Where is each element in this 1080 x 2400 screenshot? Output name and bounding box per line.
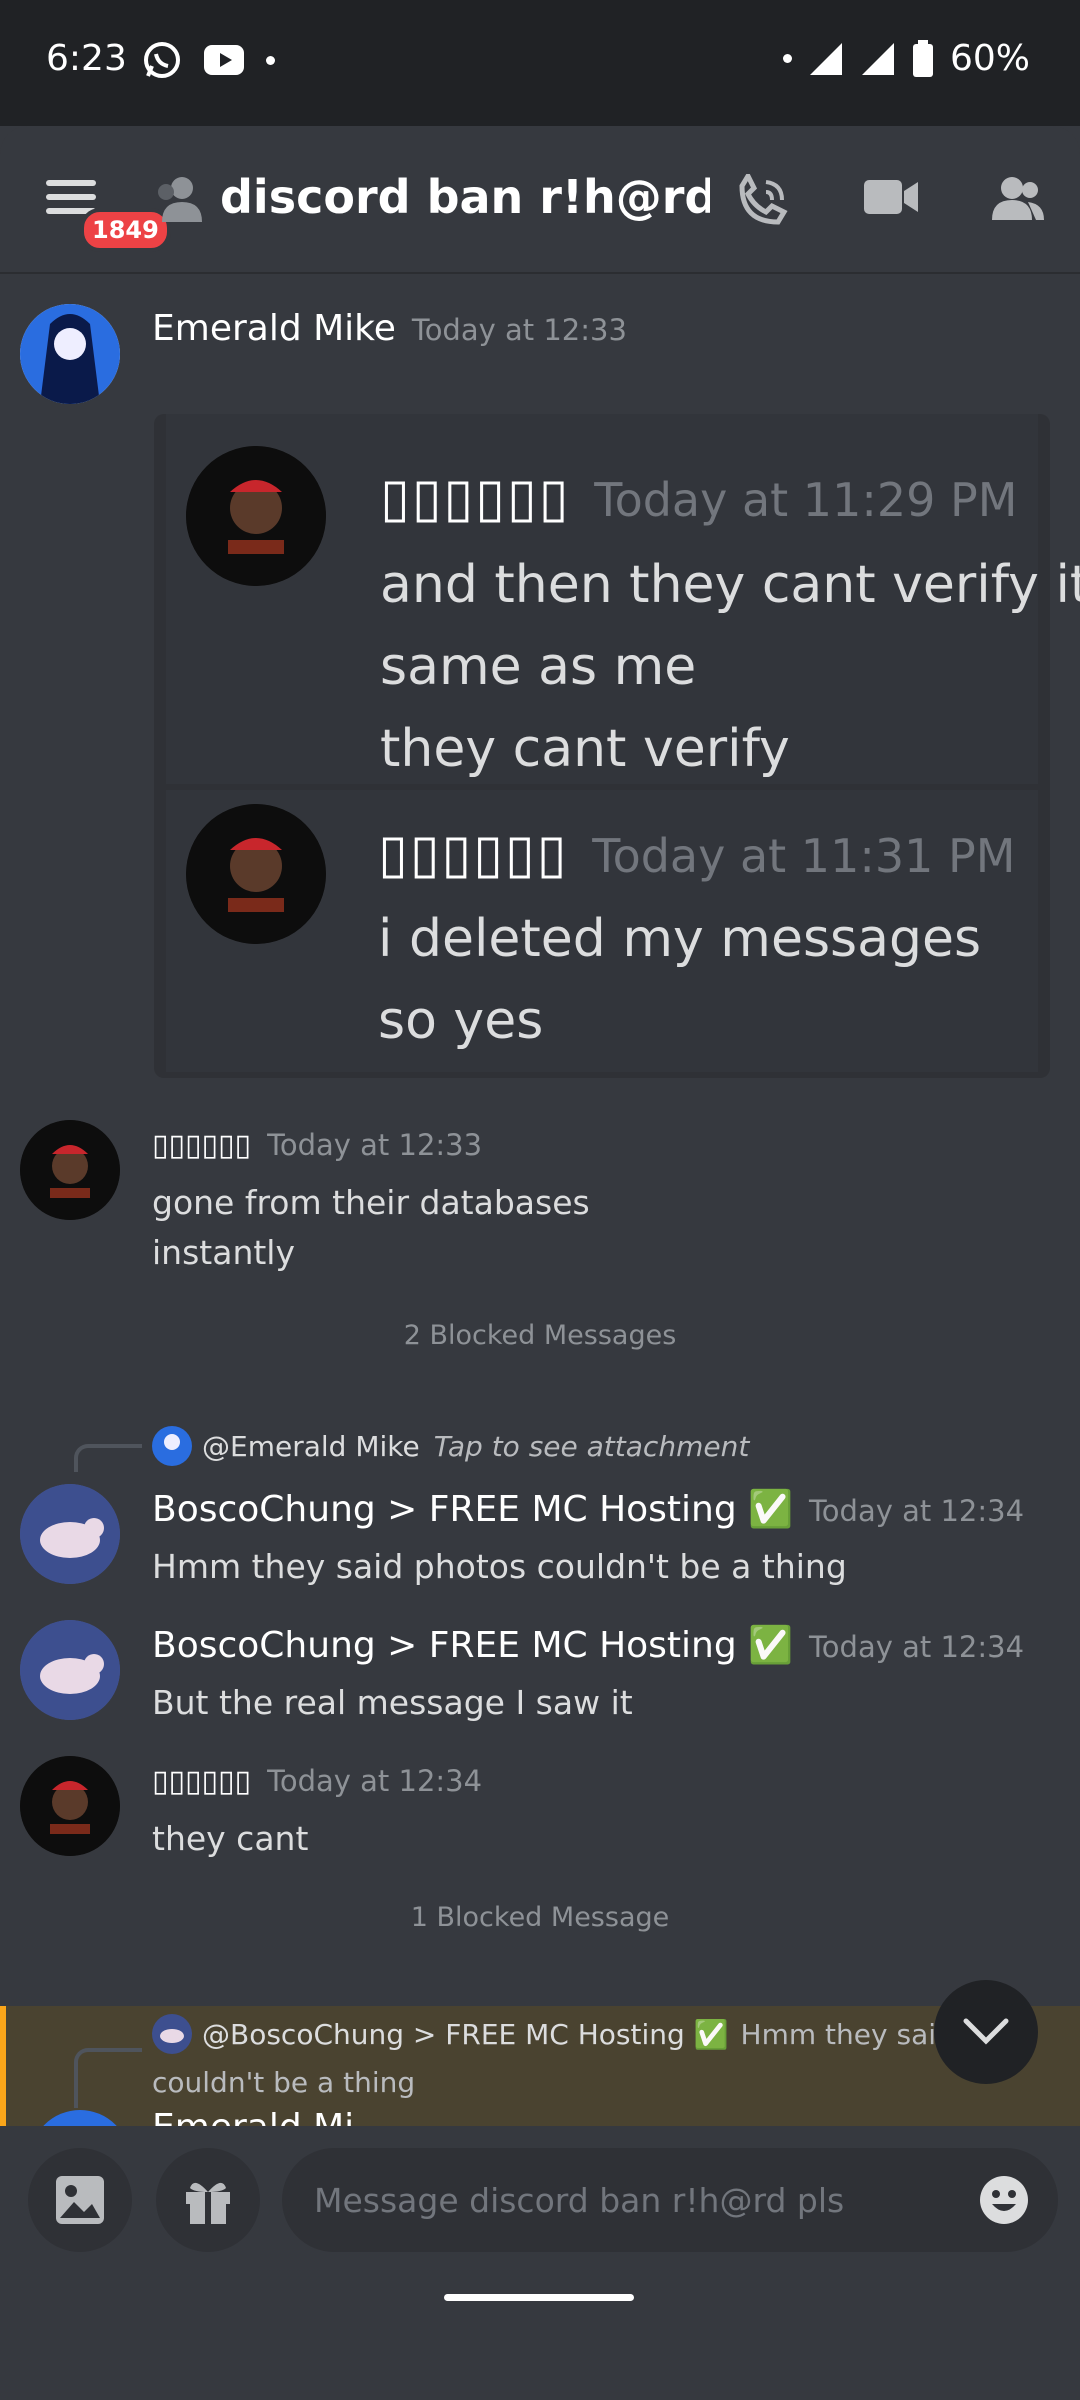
- avatar[interactable]: [20, 1484, 120, 1584]
- reply-connector: [74, 1444, 142, 1472]
- message-author[interactable]: Emerald Mi: [152, 2110, 354, 2126]
- jump-to-latest-button[interactable]: [934, 1980, 1038, 2084]
- avatar: [186, 804, 326, 944]
- signal-icon: [809, 42, 842, 75]
- message-list[interactable]: Emerald Mike Today at 12:33 ▯▯▯▯▯▯ Today a…: [0, 274, 1080, 2126]
- avatar: [186, 446, 326, 586]
- avatar[interactable]: [30, 2110, 130, 2126]
- image-icon: [56, 2176, 104, 2224]
- voice-call-icon[interactable]: [732, 174, 790, 232]
- embedded-timestamp: Today at 11:29 PM: [594, 473, 1018, 527]
- message-author[interactable]: BoscoChung > FREE MC Hosting ✅: [152, 1489, 793, 1530]
- embedded-timestamp: Today at 11:31 PM: [592, 829, 1016, 883]
- blocked-messages-toggle[interactable]: 1 Blocked Message: [0, 1902, 1080, 1933]
- message-attachment-image[interactable]: ▯▯▯▯▯▯ Today at 11:29 PM and then they ca…: [154, 414, 1080, 1078]
- embedded-line: and then they cant verify it: [380, 555, 1080, 615]
- embedded-line: same as me: [380, 637, 697, 697]
- reply-preview-text: Tap to see attachment: [433, 1429, 750, 1463]
- message-timestamp: Today at 12:34: [809, 1630, 1025, 1664]
- embedded-line: so yes: [378, 991, 544, 1051]
- mentioned-message[interactable]: @BoscoChung > FREE MC Hosting ✅ Hmm they…: [0, 2006, 1080, 2126]
- channel-title[interactable]: discord ban r!h@rd ...: [220, 170, 710, 224]
- message-timestamp: Today at 12:34: [809, 1494, 1025, 1528]
- signal-icon-2: [861, 42, 894, 75]
- gesture-nav-handle[interactable]: [444, 2294, 634, 2301]
- message-input[interactable]: [314, 2174, 914, 2226]
- battery-percent: 60%: [949, 38, 1030, 79]
- embedded-line: they cant verify: [380, 719, 790, 779]
- blocked-messages-toggle[interactable]: 2 Blocked Messages: [0, 1320, 1080, 1351]
- message-timestamp: Today at 12:34: [267, 1764, 483, 1798]
- avatar[interactable]: [20, 1756, 120, 1856]
- message-author[interactable]: ▯▯▯▯▯▯: [152, 1764, 251, 1799]
- gift-button[interactable]: [156, 2148, 260, 2252]
- video-call-icon[interactable]: [862, 174, 920, 220]
- embedded-author: ▯▯▯▯▯▯: [378, 822, 569, 885]
- embedded-message: ▯▯▯▯▯▯ Today at 11:29 PM and then they ca…: [166, 414, 1080, 784]
- message-text: they cant: [152, 1819, 309, 1858]
- group-dm-icon: [158, 177, 202, 222]
- member-list-icon[interactable]: [990, 174, 1046, 224]
- avatar[interactable]: [20, 1620, 120, 1720]
- reply-preview-text: Hmm they said: [740, 2017, 954, 2051]
- message-timestamp: Today at 12:33: [411, 313, 627, 347]
- message-timestamp: Today at 12:33: [267, 1128, 483, 1162]
- message-text: Hmm they said photos couldn't be a thing: [152, 1547, 847, 1586]
- avatar[interactable]: [20, 304, 120, 404]
- status-bar: 6:23 60%: [0, 0, 1080, 126]
- message-text: instantly: [152, 1233, 295, 1272]
- avatar: [152, 1426, 192, 1466]
- reply-preview-text: couldn't be a thing: [152, 2066, 416, 2099]
- embedded-author: ▯▯▯▯▯▯: [380, 466, 571, 529]
- whatsapp-icon: [144, 42, 180, 78]
- battery-icon: [912, 39, 933, 77]
- reply-preview[interactable]: @BoscoChung > FREE MC Hosting ✅ Hmm they…: [152, 2014, 954, 2054]
- embedded-message: ▯▯▯▯▯▯ Today at 11:31 PM i deleted my mes…: [166, 790, 1038, 1072]
- reply-mention[interactable]: @BoscoChung > FREE MC Hosting ✅: [202, 2018, 729, 2051]
- message-text: But the real message I saw it: [152, 1683, 633, 1722]
- message-input-container[interactable]: [282, 2148, 1058, 2252]
- embedded-line: i deleted my messages: [378, 909, 982, 969]
- status-time: 6:23: [46, 38, 127, 79]
- message-text: gone from their databases: [152, 1183, 590, 1222]
- message-composer: [0, 2126, 1080, 2400]
- reply-connector: [74, 2048, 142, 2108]
- youtube-icon: [204, 45, 244, 75]
- signal-dot-icon: [782, 54, 792, 63]
- message-author[interactable]: BoscoChung > FREE MC Hosting ✅: [152, 1625, 793, 1666]
- reply-mention[interactable]: @Emerald Mike: [202, 1430, 420, 1463]
- channel-toolbar: 1849 discord ban r!h@rd ...: [0, 126, 1080, 274]
- avatar[interactable]: [20, 1120, 120, 1220]
- gift-icon: [186, 2182, 230, 2224]
- message-author[interactable]: Emerald Mike: [152, 308, 396, 349]
- chevron-down-icon: [963, 2018, 1009, 2045]
- attach-image-button[interactable]: [28, 2148, 132, 2252]
- emoji-icon[interactable]: [978, 2174, 1030, 2226]
- message-author[interactable]: ▯▯▯▯▯▯: [152, 1128, 251, 1163]
- notification-dot-icon: [266, 55, 275, 65]
- reply-preview[interactable]: @Emerald Mike Tap to see attachment: [152, 1426, 749, 1466]
- avatar: [152, 2014, 192, 2054]
